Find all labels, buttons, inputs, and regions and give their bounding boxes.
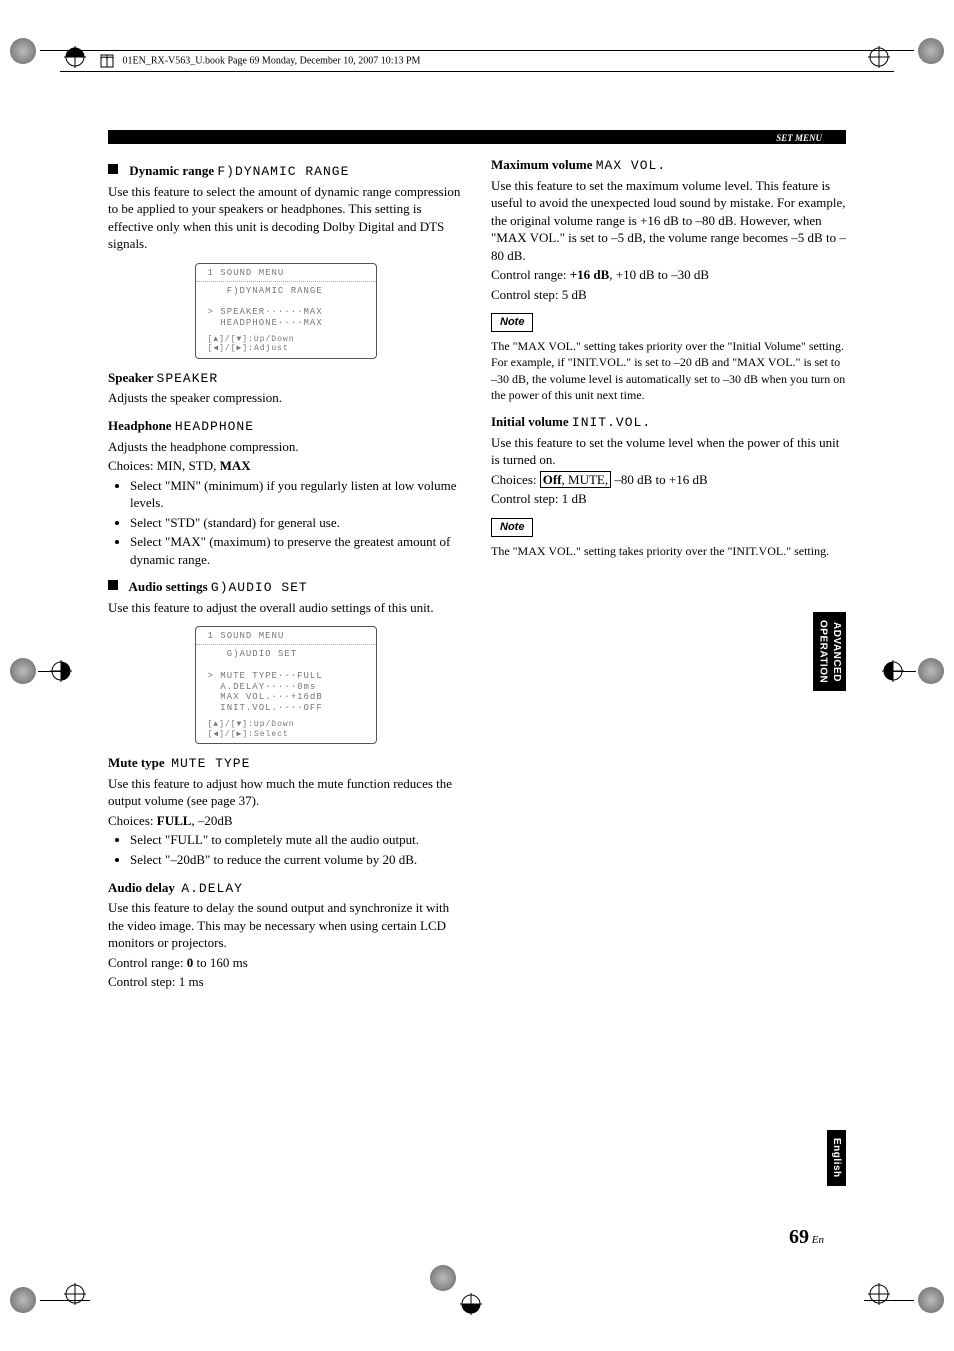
left-column: Dynamic range F)DYNAMIC RANGE Use this f… [108, 152, 463, 993]
section-bar: SET MENU [108, 130, 846, 144]
lcd-header: 1 SOUND MENU [196, 629, 376, 645]
reg-mark-icon [10, 1287, 36, 1313]
lcd-dynamic-range: 1 SOUND MENU F)DYNAMIC RANGE > SPEAKER··… [195, 263, 377, 359]
audio-settings-desc: Use this feature to adjust the overall a… [108, 599, 463, 617]
lcd-body: F)DYNAMIC RANGE > SPEAKER······MAX HEADP… [196, 286, 376, 331]
lcd-header: 1 SOUND MENU [196, 266, 376, 282]
crosshair-icon [868, 1283, 890, 1305]
note-label: Note [491, 313, 533, 332]
list-item: Select "STD" (standard) for general use. [130, 514, 463, 532]
lcd-hints: [▲]/[▼]:Up/Down [◀]/[▶]:Adjust [196, 331, 376, 356]
crosshair-icon [460, 1293, 482, 1315]
heading-label: Dynamic range [129, 163, 214, 178]
mute-type-heading: Mute type MUTE TYPE [108, 754, 463, 773]
side-tab-english: English [827, 1130, 847, 1186]
max-vol-desc: Use this feature to set the maximum volu… [491, 177, 846, 265]
crop-line [864, 1300, 914, 1301]
speaker-heading: Speaker SPEAKER [108, 369, 463, 388]
book-icon [100, 54, 114, 68]
file-header-text: 01EN_RX-V563_U.book Page 69 Monday, Dece… [123, 55, 421, 66]
lcd-audio-set: 1 SOUND MENU G)AUDIO SET > MUTE TYPE···F… [195, 626, 377, 744]
dyn-choice-list: Select "MIN" (minimum) if you regularly … [108, 477, 463, 569]
dynamic-range-desc: Use this feature to select the amount of… [108, 183, 463, 253]
reg-mark-icon [10, 658, 36, 684]
list-item: Select "–20dB" to reduce the current vol… [130, 851, 463, 869]
audio-delay-range: Control range: 0 to 160 ms [108, 954, 463, 972]
max-vol-range: Control range: +16 dB, +10 dB to –30 dB [491, 266, 846, 284]
file-header: 01EN_RX-V563_U.book Page 69 Monday, Dece… [60, 50, 894, 72]
max-vol-step: Control step: 5 dB [491, 286, 846, 304]
init-vol-choices: Choices: Off, MUTE, –80 dB to +16 dB [491, 471, 846, 489]
crop-line [38, 671, 68, 672]
init-vol-heading: Initial volume INIT.VOL. [491, 413, 846, 432]
headphone-desc: Adjusts the headphone compression. [108, 438, 463, 456]
heading-label: Audio settings [129, 579, 208, 594]
init-vol-desc: Use this feature to set the volume level… [491, 434, 846, 469]
section-header: SET MENU [764, 130, 846, 144]
note-text: The "MAX VOL." setting takes priority ov… [491, 338, 846, 403]
reg-mark-icon [10, 38, 36, 64]
square-bullet-icon [108, 164, 118, 174]
audio-delay-desc: Use this feature to delay the sound outp… [108, 899, 463, 952]
reg-mark-icon [430, 1265, 456, 1291]
square-bullet-icon [108, 580, 118, 590]
list-item: Select "FULL" to completely mute all the… [130, 831, 463, 849]
note-label: Note [491, 518, 533, 537]
audio-delay-heading: Audio delay A.DELAY [108, 879, 463, 898]
lcd-body: G)AUDIO SET > MUTE TYPE···FULL A.DELAY··… [196, 649, 376, 716]
init-vol-step: Control step: 1 dB [491, 490, 846, 508]
reg-mark-icon [918, 658, 944, 684]
crop-line [886, 671, 916, 672]
mute-choice-list: Select "FULL" to completely mute all the… [108, 831, 463, 868]
heading-osd: F)DYNAMIC RANGE [217, 164, 349, 179]
heading-osd: G)AUDIO SET [211, 580, 308, 595]
dynamic-range-heading: Dynamic range F)DYNAMIC RANGE [108, 162, 463, 181]
lcd-hints: [▲]/[▼]:Up/Down [◀]/[▶]:Select [196, 716, 376, 741]
right-column: Maximum volume MAX VOL. Use this feature… [491, 152, 846, 993]
reg-mark-icon [918, 1287, 944, 1313]
note-text: The "MAX VOL." setting takes priority ov… [491, 543, 846, 559]
crosshair-icon [64, 1283, 86, 1305]
dyn-choices: Choices: MIN, STD, MAX [108, 457, 463, 475]
audio-delay-step: Control step: 1 ms [108, 973, 463, 991]
mute-choices: Choices: FULL, –20dB [108, 812, 463, 830]
content: SET MENU Dynamic range F)DYNAMIC RANGE U… [108, 130, 846, 993]
audio-settings-heading: Audio settings G)AUDIO SET [108, 578, 463, 597]
headphone-heading: Headphone HEADPHONE [108, 417, 463, 436]
speaker-desc: Adjusts the speaker compression. [108, 389, 463, 407]
list-item: Select "MAX" (maximum) to preserve the g… [130, 533, 463, 568]
page-number: 69 En [789, 1224, 824, 1251]
reg-mark-icon [918, 38, 944, 64]
side-tab-advanced-operation: ADVANCEDOPERATION [813, 612, 846, 691]
mute-type-desc: Use this feature to adjust how much the … [108, 775, 463, 810]
crop-line [40, 1300, 90, 1301]
page: 01EN_RX-V563_U.book Page 69 Monday, Dece… [0, 0, 954, 1351]
max-vol-heading: Maximum volume MAX VOL. [491, 156, 846, 175]
list-item: Select "MIN" (minimum) if you regularly … [130, 477, 463, 512]
